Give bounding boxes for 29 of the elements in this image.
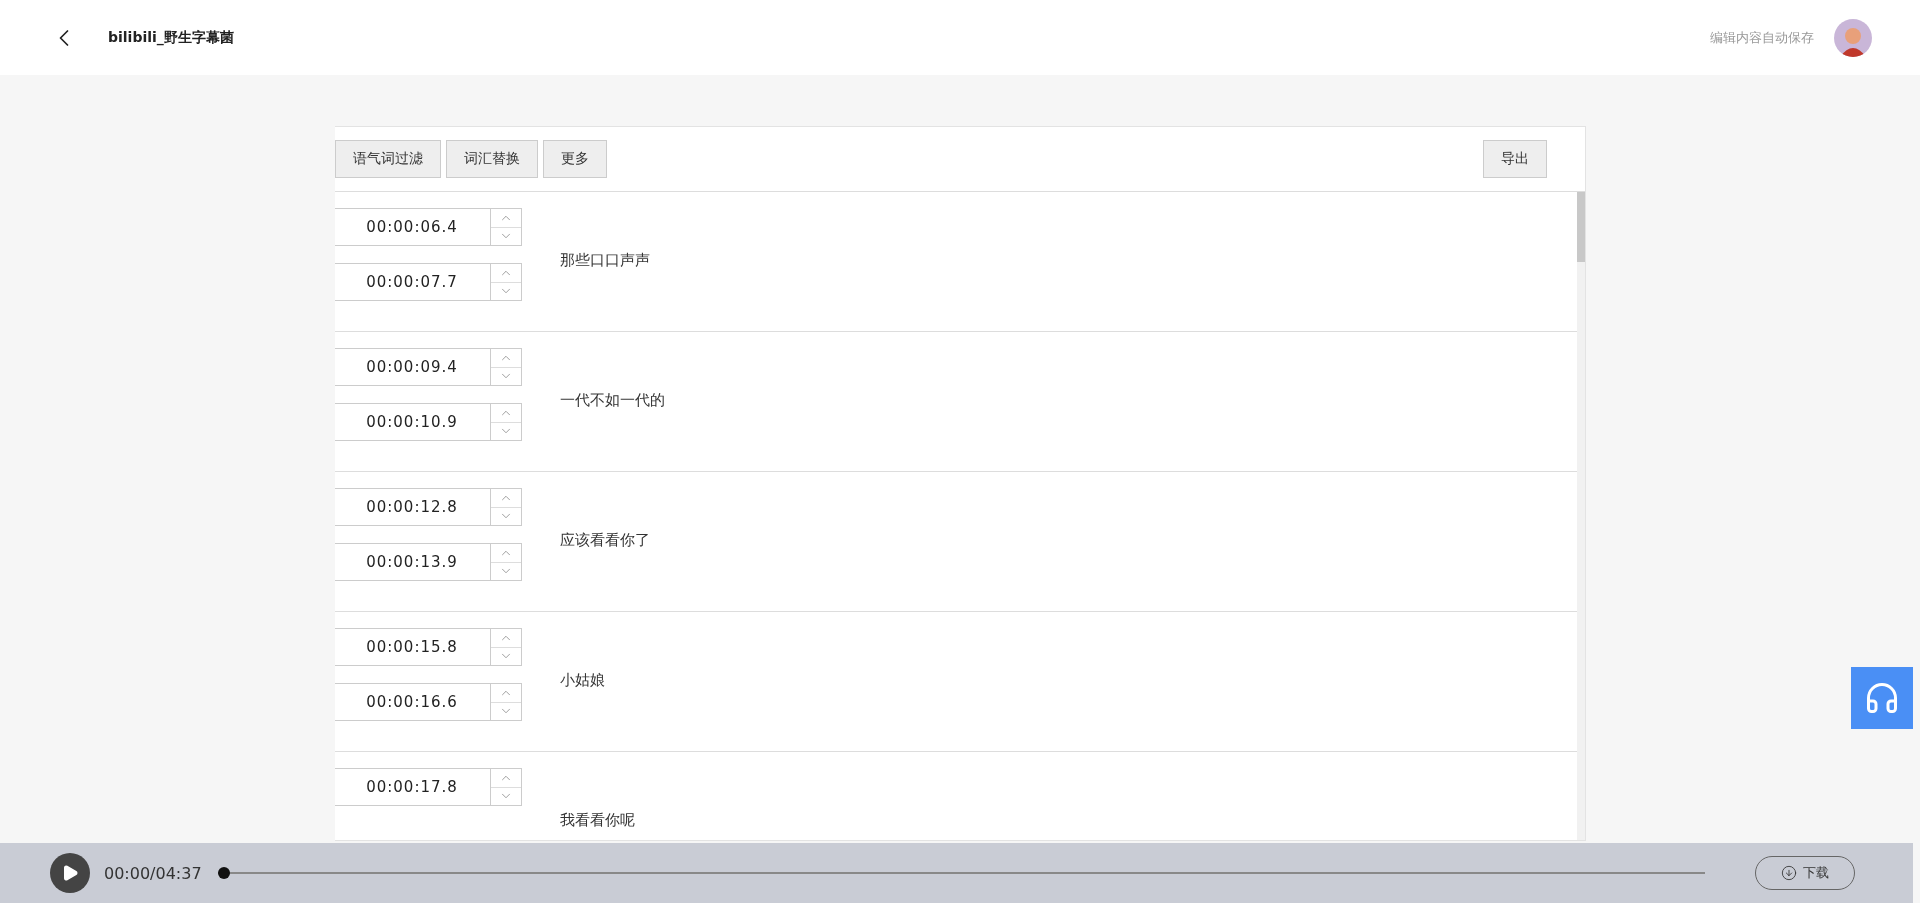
- subtitle-text: 应该看看你了: [559, 530, 650, 550]
- toolbar-button[interactable]: 更多: [542, 140, 607, 178]
- playback-time: 00:00/04:37: [104, 863, 202, 883]
- download-icon: [1781, 865, 1797, 881]
- page-title: bilibili_野生字幕菌: [108, 28, 234, 47]
- time-field[interactable]: 00:00:17.8: [334, 768, 490, 806]
- time-field[interactable]: 00:00:12.8: [334, 488, 490, 526]
- subtitle-text: 我看看你呢: [559, 810, 635, 830]
- time-field[interactable]: 00:00:07.7: [334, 263, 490, 301]
- time-field[interactable]: 00:00:15.8: [334, 628, 490, 666]
- subtitle-text: 那些口口声声: [559, 250, 650, 270]
- scrollbar[interactable]: [1576, 192, 1585, 840]
- time-field[interactable]: 00:00:09.4: [334, 348, 490, 386]
- avatar[interactable]: [1834, 18, 1872, 57]
- time-field[interactable]: 00:00:10.9: [334, 403, 490, 441]
- play-icon: [61, 864, 79, 882]
- headset-icon: [1864, 680, 1900, 716]
- save-status: 编辑内容自动保存: [1710, 28, 1814, 47]
- export-button[interactable]: 导出: [1482, 140, 1547, 178]
- time-field[interactable]: 00:00:16.6: [334, 683, 490, 721]
- play-button[interactable]: [50, 853, 90, 893]
- toolbar-button[interactable]: 词汇替换: [445, 140, 538, 178]
- time-field[interactable]: 00:00:13.9: [334, 543, 490, 581]
- subtitle-text: 小姑娘: [559, 670, 605, 690]
- support-button[interactable]: [1851, 667, 1913, 729]
- subtitle-text: 一代不如一代的: [559, 390, 665, 410]
- toolbar-button[interactable]: 语气词过滤: [334, 140, 441, 178]
- time-field[interactable]: 00:00:06.4: [334, 208, 490, 246]
- progress-handle[interactable]: [217, 867, 230, 879]
